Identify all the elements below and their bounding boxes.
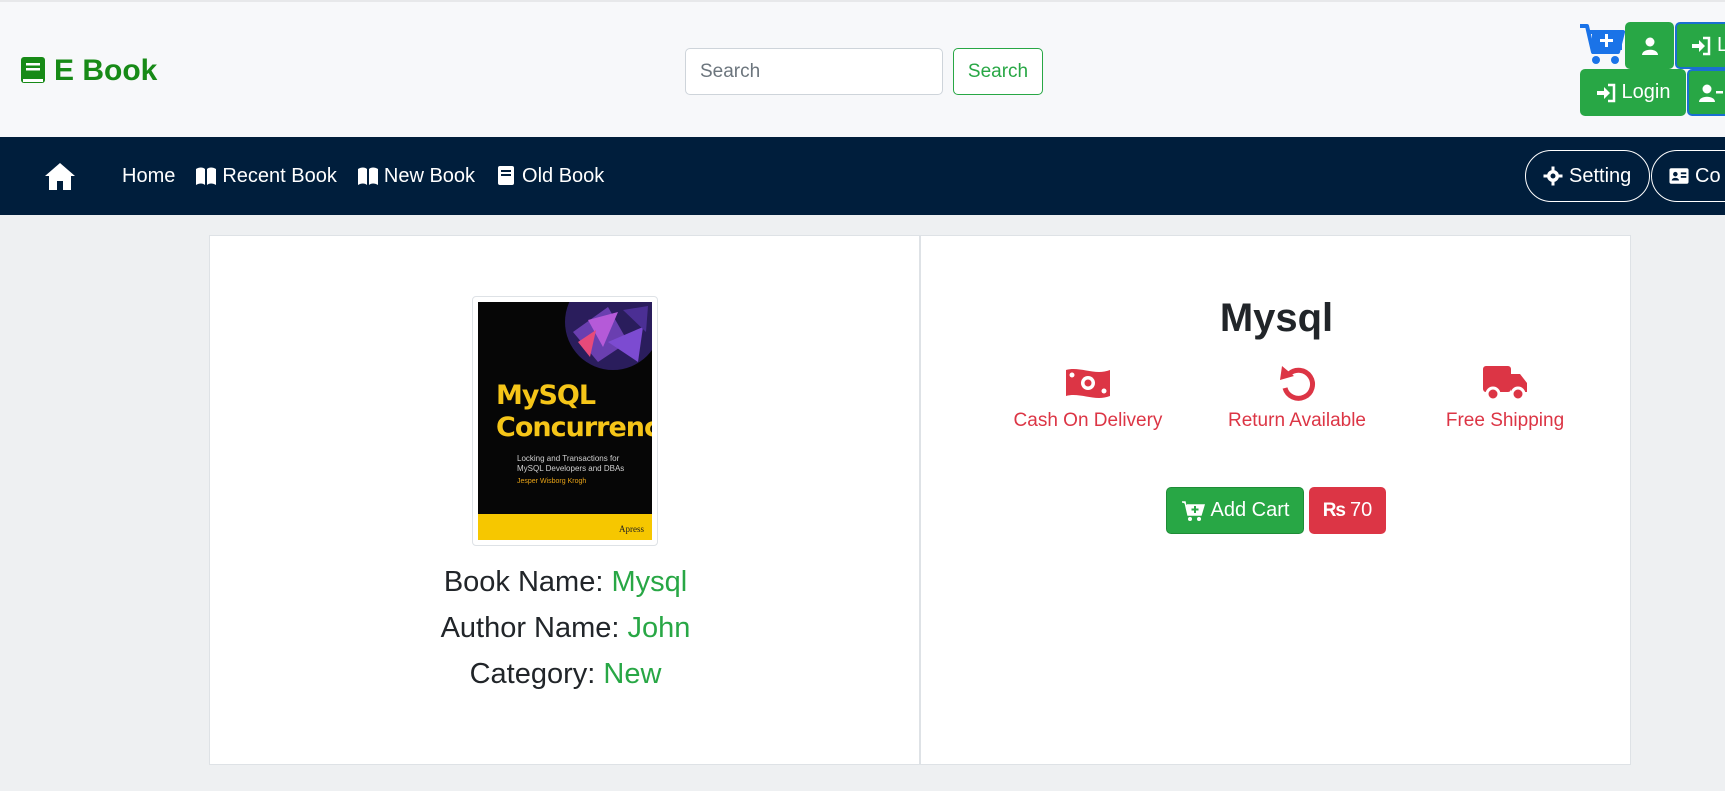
feature-free-shipping: Free Shipping [1405, 364, 1605, 432]
search-button[interactable]: Search [953, 48, 1043, 95]
top-header: E Book Search [0, 0, 1725, 137]
user-plus-icon [1699, 84, 1723, 102]
book-cover-image: MySQL Concurrency Locking and Transactio… [472, 296, 658, 546]
book-open-icon [357, 167, 378, 185]
brand-logo[interactable]: E Book [20, 54, 157, 88]
book-name-row: Book Name: Mysql [210, 566, 921, 599]
sign-in-icon [1596, 83, 1615, 102]
search-input[interactable] [685, 48, 943, 95]
add-cart-button[interactable]: Add Cart [1166, 487, 1304, 534]
book-name-label: Book Name: [443, 566, 604, 598]
book-icon [21, 57, 45, 83]
nav-item-recent-book[interactable]: Recent Book [195, 165, 337, 188]
book-open-icon [196, 167, 217, 185]
nav-new-book-label: New Book [383, 164, 476, 187]
add-cart-label: Add Cart [1210, 499, 1290, 521]
login-top-label: L [1717, 34, 1725, 56]
book-icon [498, 166, 515, 185]
cart-plus-icon[interactable] [1578, 20, 1626, 68]
book-purchase-card: Mysql Cash On Delivery Return Available … [920, 235, 1631, 765]
setting-label: Setting [1569, 164, 1632, 187]
profile-button[interactable] [1625, 22, 1674, 69]
setting-button[interactable]: Setting [1525, 150, 1650, 202]
login-button[interactable]: Login [1580, 69, 1686, 116]
brand-name: E Book [54, 54, 158, 87]
book-title: Mysql [1219, 296, 1334, 340]
author-name-row: Author Name: John [210, 612, 921, 645]
home-icon[interactable] [44, 161, 76, 191]
nav-recent-book-label: Recent Book [222, 164, 337, 187]
main-navbar: Home Recent Book New Book Old Book [0, 137, 1725, 215]
book-name-value: Mysql [611, 566, 688, 598]
nav-item-old-book[interactable]: Old Book [495, 165, 604, 188]
money-bill-icon [1066, 369, 1110, 398]
address-card-icon [1669, 168, 1689, 184]
gear-icon [1543, 166, 1563, 186]
cover-title: MySQL Concurrency [496, 380, 652, 443]
feature-label: Free Shipping [1445, 410, 1565, 431]
author-name-label: Author Name: [440, 612, 620, 644]
category-value: New [603, 658, 662, 690]
cover-subtitle: Locking and Transactions for MySQL Devel… [517, 454, 625, 473]
rupee-icon: ₨ [1322, 499, 1347, 521]
feature-cash-on-delivery: Cash On Delivery [988, 364, 1188, 432]
login-label: Login [1621, 81, 1671, 103]
truck-icon [1483, 366, 1527, 402]
nav-item-new-book[interactable]: New Book [357, 165, 475, 188]
contact-button[interactable]: Co [1651, 150, 1725, 202]
feature-return-available: Return Available [1197, 364, 1397, 432]
category-row: Category: New [210, 658, 921, 691]
book-info-card: MySQL Concurrency Locking and Transactio… [209, 235, 920, 765]
feature-label: Cash On Delivery [1013, 410, 1163, 431]
feature-label: Return Available [1227, 410, 1367, 431]
nav-old-book-label: Old Book [522, 164, 605, 187]
category-label: Category: [469, 658, 596, 690]
author-name-value: John [627, 612, 691, 644]
cart-plus-icon [1181, 500, 1205, 521]
nav-item-home[interactable]: Home [122, 165, 175, 188]
cover-publisher: Apress [619, 524, 644, 534]
price-button[interactable]: ₨ 70 [1309, 487, 1386, 534]
login-top-button[interactable]: L [1675, 22, 1725, 69]
user-icon [1641, 37, 1658, 55]
price-value: 70 [1350, 499, 1373, 521]
sign-in-icon [1692, 36, 1711, 55]
register-button[interactable] [1687, 69, 1725, 116]
cover-author: Jesper Wisborg Krogh [517, 478, 587, 485]
undo-icon [1280, 366, 1315, 401]
contact-label: Co [1695, 164, 1721, 187]
nav-home-label: Home [122, 164, 176, 187]
cover-artwork [565, 302, 652, 370]
